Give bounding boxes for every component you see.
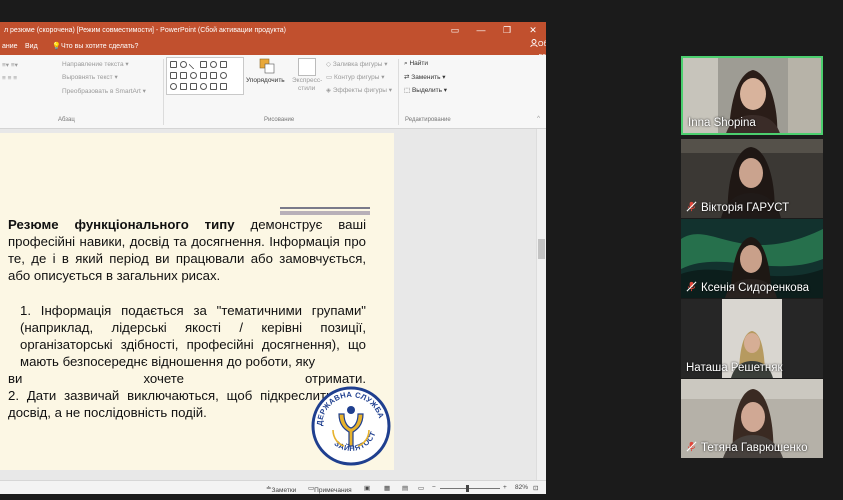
- participant-tile-3[interactable]: Ксенія Сидоренкова: [681, 219, 823, 298]
- video-conference-screen: л резюме (скорочена) [Режим совместимост…: [0, 0, 843, 500]
- shape-outline-button[interactable]: ▭ Контур фигуры ▾: [326, 73, 384, 81]
- employment-service-logo: ДЕРЖАВНА СЛУЖБА ЗАЙНЯТОСТІ: [311, 386, 391, 466]
- participant-name: Наташа Решетняк: [686, 362, 783, 374]
- slide-sorter-icon[interactable]: ▦: [384, 484, 390, 492]
- shapes-gallery[interactable]: [166, 57, 244, 95]
- find-label: Найти: [409, 60, 429, 67]
- ppt-window-title: л резюме (скорочена) [Режим совместимост…: [4, 27, 286, 34]
- zoom-slider-knob[interactable]: [466, 485, 469, 492]
- slide-word: отримати.: [305, 371, 366, 386]
- participant-name-row: Вікторія ГАРУСТ: [686, 201, 789, 214]
- zoom-level[interactable]: 82%: [515, 484, 528, 491]
- quick-styles-icon[interactable]: [298, 58, 316, 76]
- ribbon-display-icon[interactable]: ▭: [442, 22, 468, 39]
- participant-tile-1[interactable]: Inna Shopina: [681, 56, 823, 135]
- vertical-scrollbar[interactable]: [536, 129, 546, 487]
- notes-button[interactable]: ≐ Заметки: [266, 484, 296, 494]
- zoom-in-button[interactable]: +: [503, 484, 507, 491]
- slide-bold-term: Резюме функціонального типу: [8, 217, 235, 232]
- arrange-icon[interactable]: [259, 58, 275, 74]
- status-bar: ≐ Заметки ▭ Примечания ▣ ▦ ▤ ▭ − + 82% ⊡: [0, 480, 546, 494]
- replace-label: Заменить: [411, 74, 441, 81]
- share-button[interactable]: Общий доступ: [530, 39, 546, 60]
- participant-tile-2[interactable]: Вікторія ГАРУСТ: [681, 139, 823, 218]
- comments-button[interactable]: ▭ Примечания: [308, 484, 352, 494]
- reading-view-icon[interactable]: ▤: [402, 484, 408, 492]
- replace-button[interactable]: ⇄ Заменить ▾: [404, 73, 446, 81]
- slide-paragraph-2: 1. Інформація подається за "тематичними …: [8, 302, 366, 387]
- smartart-button[interactable]: Преобразовать в SmartArt ▾: [62, 87, 146, 95]
- slide-word: ви: [8, 371, 23, 386]
- replace-icon: ⇄: [404, 74, 410, 81]
- zoom-slider[interactable]: [440, 488, 500, 489]
- shared-powerpoint-window: л резюме (скорочена) [Режим совместимост…: [0, 22, 546, 494]
- participant-name-row: Ксенія Сидоренкова: [686, 281, 809, 294]
- person-icon: [530, 39, 538, 48]
- text-direction-label: Направление текста: [62, 61, 124, 68]
- close-icon[interactable]: ✕: [520, 22, 546, 39]
- smartart-label: Преобразовать в SmartArt: [62, 88, 141, 95]
- window-controls: ▭ — ❐ ✕: [442, 22, 546, 39]
- paragraph-group-label: Абзац: [58, 117, 75, 123]
- mic-muted-icon: [686, 281, 697, 292]
- shape-effects-button[interactable]: ◈ Эффекты фигуры ▾: [326, 86, 392, 94]
- align-icons[interactable]: ≡ ≡ ≡: [2, 75, 17, 82]
- participant-name: Тетяна Гаврюшенко: [701, 442, 808, 454]
- shape-effects-label: Эффекты фигуры: [332, 87, 387, 94]
- slideshow-icon[interactable]: ▭: [418, 484, 424, 492]
- participant-name: Inna Shopina: [688, 117, 756, 129]
- align-text-label: Выровнять текст: [62, 74, 113, 81]
- menu-tab-view[interactable]: Вид: [25, 39, 38, 55]
- menu-tab-review[interactable]: ание: [2, 39, 18, 55]
- restore-icon[interactable]: ❐: [494, 22, 520, 39]
- fit-slide-icon[interactable]: ⊡: [533, 484, 538, 492]
- find-button[interactable]: ⌕ Найти: [404, 60, 428, 68]
- quick-styles-label-2[interactable]: стили: [298, 85, 315, 92]
- bullets-icon[interactable]: ≡▾ ≡▾: [2, 61, 18, 69]
- minimize-icon[interactable]: —: [468, 22, 494, 39]
- editing-group-label: Редактирование: [405, 117, 451, 123]
- comments-label: Примечания: [314, 487, 352, 494]
- ppt-menu-bar: ание Вид 💡 Что вы хотите сделать? Общий …: [0, 39, 546, 60]
- participant-name: Ксенія Сидоренкова: [701, 282, 810, 294]
- normal-view-icon[interactable]: ▣: [364, 484, 370, 492]
- slide-word: хочете: [143, 371, 184, 386]
- slide-paragraph-1: Резюме функціонального типу демонструє в…: [8, 216, 366, 284]
- select-button[interactable]: ⬚ Выделить ▾: [404, 86, 447, 94]
- collapse-ribbon-icon[interactable]: ^: [537, 115, 540, 122]
- select-icon: ⬚: [404, 87, 411, 94]
- participant-tile-4[interactable]: Наташа Решетняк: [681, 299, 823, 378]
- find-icon: ⌕: [404, 60, 408, 67]
- slide-editor: Резюме функціонального типу демонструє в…: [0, 129, 546, 487]
- shape-fill-button[interactable]: ◇ Заливка фигуры ▾: [326, 60, 388, 68]
- ppt-title-bar: л резюме (скорочена) [Режим совместимост…: [0, 22, 546, 39]
- ribbon-separator: [398, 59, 399, 125]
- mic-muted-icon: [686, 201, 697, 212]
- slide-canvas[interactable]: Резюме функціонального типу демонструє в…: [0, 133, 394, 470]
- ribbon: ≡▾ ≡▾ ≡ ≡ ≡ Направление текста ▾ Выровня…: [0, 55, 546, 129]
- select-label: Выделить: [411, 87, 442, 94]
- slide-paragraph-2-last-line: ви хочете отримати.: [8, 370, 366, 387]
- decorative-line: [280, 211, 370, 215]
- scrollbar-thumb[interactable]: [538, 239, 545, 259]
- decorative-line: [280, 207, 370, 209]
- shape-outline-label: Контур фигуры: [333, 74, 380, 81]
- notes-label: Заметки: [271, 487, 297, 494]
- participant-name-row: Тетяна Гаврюшенко: [686, 441, 807, 454]
- participant-tile-5[interactable]: Тетяна Гаврюшенко: [681, 379, 823, 458]
- mic-muted-icon: [686, 441, 697, 452]
- quick-styles-label-1[interactable]: Экспресс-: [292, 77, 322, 84]
- align-text-button[interactable]: Выровнять текст ▾: [62, 73, 118, 81]
- lightbulb-icon: 💡: [52, 43, 61, 50]
- ribbon-separator: [163, 59, 164, 125]
- text-direction-button[interactable]: Направление текста ▾: [62, 60, 129, 68]
- slide-paragraph-2-main: 1. Інформація подається за "тематичними …: [20, 303, 366, 369]
- arrange-button[interactable]: Упорядочить: [246, 77, 285, 84]
- participant-name: Вікторія ГАРУСТ: [701, 202, 790, 214]
- tell-me-box[interactable]: Что вы хотите сделать?: [61, 39, 138, 55]
- zoom-out-button[interactable]: −: [432, 484, 436, 491]
- drawing-group-label: Рисование: [264, 117, 295, 123]
- shape-fill-label: Заливка фигуры: [332, 61, 383, 68]
